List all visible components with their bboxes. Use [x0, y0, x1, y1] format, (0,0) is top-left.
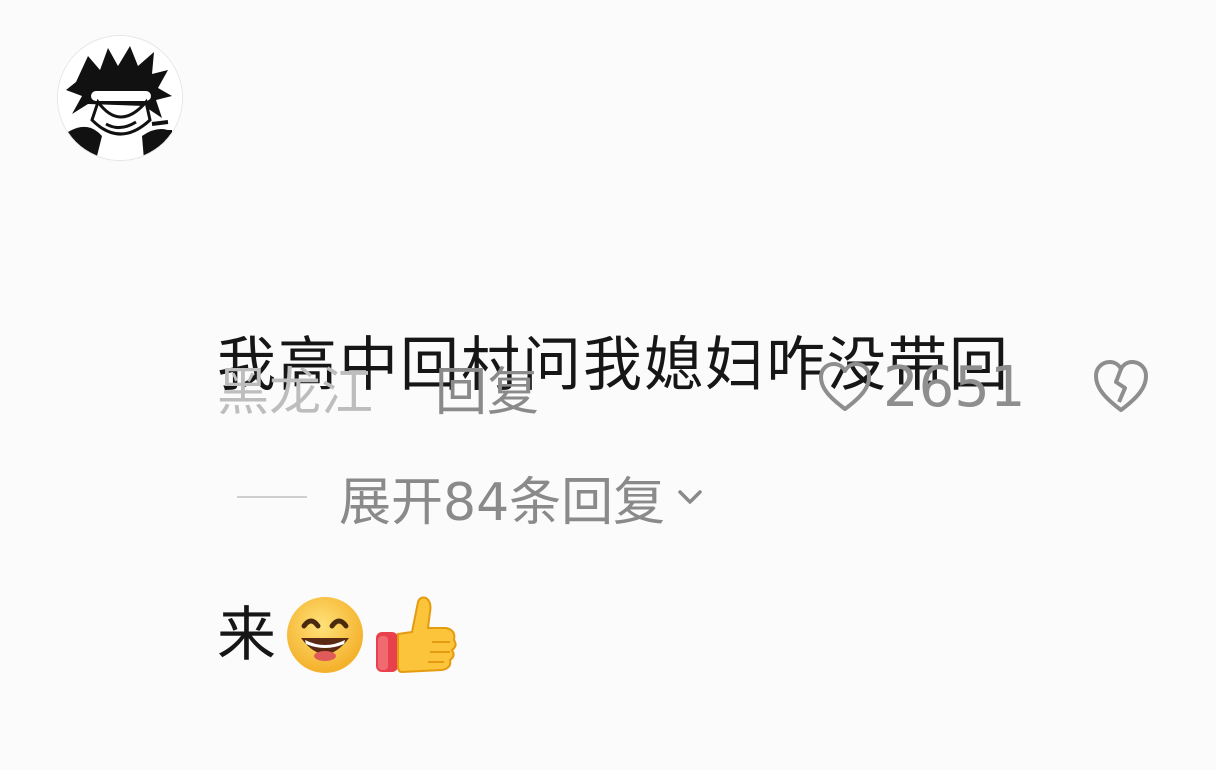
expand-replies-button[interactable]: 展开84条回复 [237, 462, 707, 533]
avatar-image [58, 36, 182, 160]
comment-meta-row: 黑龙江 回复 2651 [217, 350, 1157, 425]
broken-heart-icon[interactable] [1092, 358, 1150, 414]
divider-line [237, 496, 307, 498]
chevron-down-icon [678, 490, 702, 504]
avatar[interactable] [57, 35, 183, 161]
location-label: 黑龙江 [217, 362, 374, 423]
grinning-face-emoji [287, 597, 364, 673]
heart-outline-icon [819, 362, 871, 411]
like-button[interactable]: 2651 [817, 352, 1026, 422]
comment-text: 我高中回村问我媳妇咋没带回 来 [217, 140, 1117, 770]
reply-button[interactable]: 回复 [435, 350, 539, 425]
like-count: 2651 [883, 354, 1026, 420]
expand-replies-label: 展开84条回复 [339, 472, 666, 533]
comment-line-2: 来 [217, 600, 279, 669]
thumbs-up-emoji [376, 596, 457, 674]
comment-line-2-wrap: 来 [217, 590, 1117, 680]
